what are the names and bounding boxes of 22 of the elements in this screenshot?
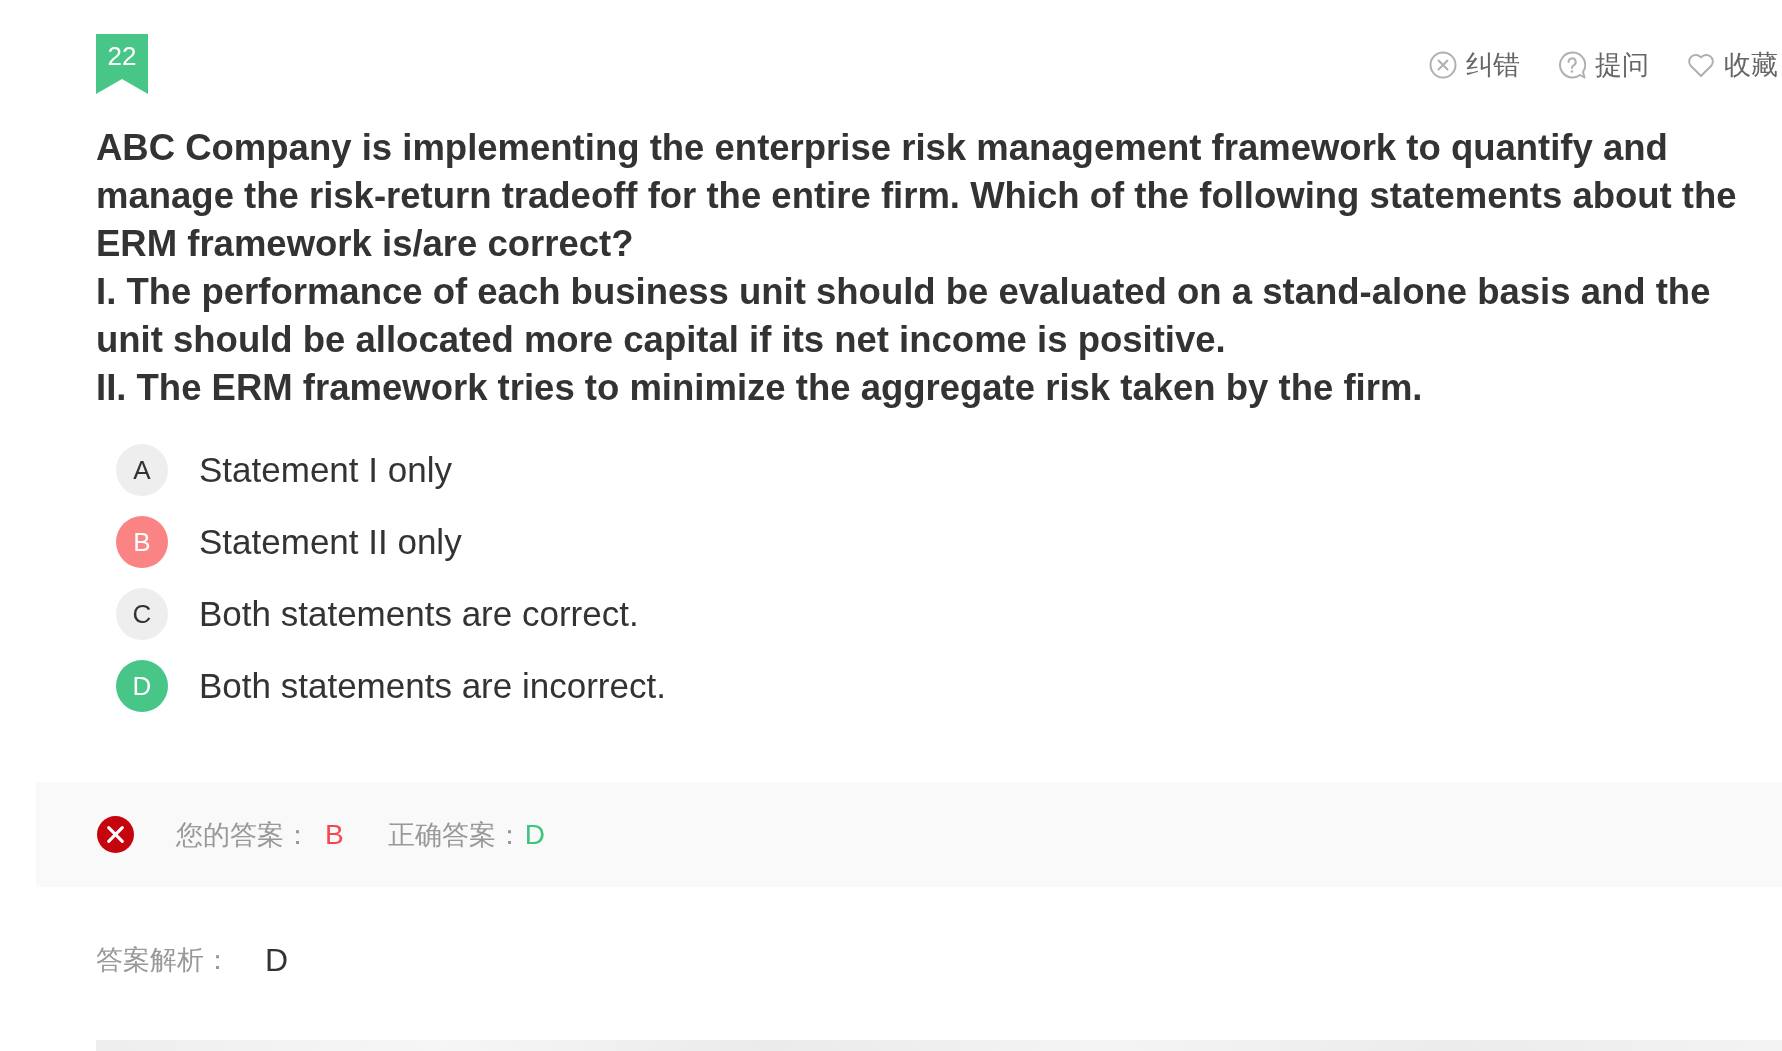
- explanation-label: 答案解析：: [96, 944, 231, 977]
- action-button[interactable]: 提问: [1558, 48, 1649, 82]
- action-button[interactable]: 纠错: [1429, 48, 1520, 82]
- question-text: ABC Company is implementing the enterprise risk management framework to quantify and manage the risk-return tradeoff for the entire firm. Which of the following statements about the ERM framework is/are correct?: [96, 126, 1738, 266]
- question-bubble-icon: [1558, 51, 1586, 79]
- correct-answer-label: 正确答案：: [387, 818, 523, 852]
- question-number-badge: 22: [96, 34, 148, 94]
- correct-answer-value: D: [524, 818, 545, 851]
- statement-text: I. The performance of each business unit should be evaluated on a stand-alone basis and the unit should be allocated more capital if its net income is positive.: [96, 270, 1712, 362]
- option-text[interactable]: Statement II only: [199, 521, 462, 563]
- option-letter[interactable]: A: [116, 444, 168, 496]
- option-text[interactable]: Both statements are incorrect.: [199, 665, 666, 707]
- your-answer-value: B: [325, 818, 344, 851]
- statement-text: II. The ERM framework tries to minimize the aggregate risk taken by the firm.: [96, 366, 1424, 410]
- x-circle-icon: [1429, 51, 1457, 79]
- your-answer-label: 您的答案：: [176, 818, 311, 852]
- explanation-text: D: [265, 941, 289, 979]
- option-text[interactable]: Statement I only: [199, 449, 452, 491]
- option-letter[interactable]: C: [116, 588, 168, 640]
- action-button[interactable]: 收藏: [1687, 48, 1778, 82]
- heart-icon: [1687, 51, 1715, 79]
- option-text[interactable]: Both statements are correct.: [199, 593, 639, 635]
